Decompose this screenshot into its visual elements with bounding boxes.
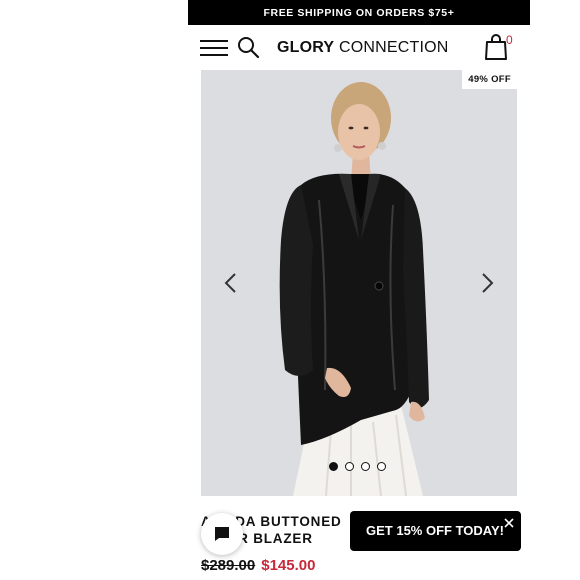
chevron-left-icon[interactable] (221, 272, 241, 294)
logo-bold-text: GLORY (277, 39, 335, 56)
brand-logo[interactable]: GLORY CONNECTION (277, 39, 449, 57)
search-icon[interactable] (236, 35, 260, 59)
mobile-page: FREE SHIPPING ON ORDERS $75+ GLORY CONNE… (188, 0, 530, 580)
product-image-gallery[interactable]: 49% OFF (201, 70, 517, 496)
carousel-dot-2[interactable] (345, 462, 354, 471)
promo-text: FREE SHIPPING ON ORDERS $75+ (263, 6, 455, 19)
logo-light-text: CONNECTION (334, 39, 449, 56)
sale-price: $145.00 (261, 557, 316, 574)
carousel-dots (329, 462, 386, 471)
chat-bubble-icon (215, 527, 229, 541)
carousel-dot-3[interactable] (361, 462, 370, 471)
hamburger-menu-icon[interactable] (200, 39, 228, 57)
chat-launcher-button[interactable] (201, 513, 243, 555)
site-header: GLORY CONNECTION 0 (188, 25, 530, 70)
promo-bar[interactable]: FREE SHIPPING ON ORDERS $75+ (188, 0, 530, 25)
carousel-dot-1[interactable] (329, 462, 338, 471)
product-prices: $289.00 $145.00 (201, 557, 315, 574)
carousel-dot-4[interactable] (377, 462, 386, 471)
original-price: $289.00 (201, 557, 256, 574)
discount-popup[interactable]: GET 15% OFF TODAY! (350, 511, 521, 551)
cart-count-badge: 0 (506, 33, 513, 47)
discount-popup-text: GET 15% OFF TODAY! (366, 523, 504, 538)
close-icon[interactable] (503, 516, 515, 528)
product-photo (279, 82, 429, 496)
discount-badge: 49% OFF (462, 70, 517, 89)
chevron-right-icon[interactable] (477, 272, 497, 294)
